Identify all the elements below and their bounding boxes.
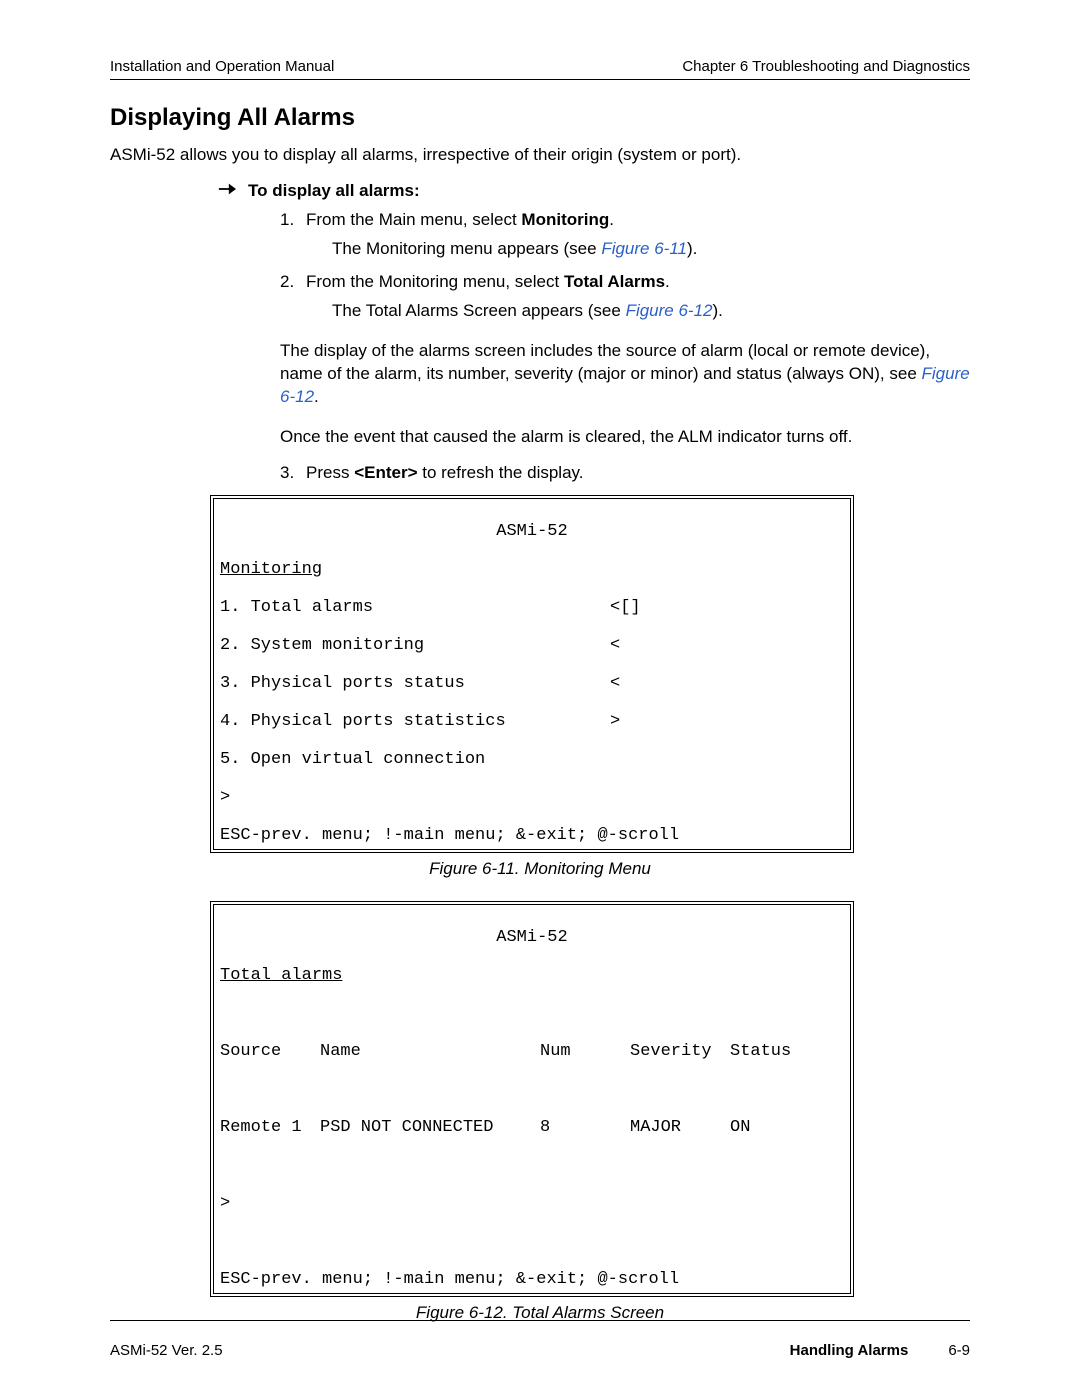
- term1-item-1-mark: <[]: [610, 598, 641, 617]
- term2-hdr-severity: Severity: [630, 1042, 730, 1061]
- term1-item-4-mark: >: [610, 712, 620, 731]
- alarm-desc-lead: The display of the alarms screen include…: [280, 341, 930, 383]
- step-1-sub-tail: ).: [687, 239, 697, 258]
- term2-row-num: 8: [540, 1118, 630, 1137]
- step-2: From the Monitoring menu, select Total A…: [280, 271, 970, 323]
- term1-item-2: 2. System monitoring<: [220, 636, 844, 655]
- term2-headers: SourceNameNumSeverityStatus: [220, 1042, 844, 1061]
- step-3: Press <Enter> to refresh the display.: [280, 462, 970, 485]
- header-left: Installation and Operation Manual: [110, 58, 334, 75]
- step-1: From the Main menu, select Monitoring. T…: [280, 209, 970, 261]
- step-1-lead: From the Main menu, select: [306, 210, 521, 229]
- step-1-tail: .: [609, 210, 614, 229]
- footer-page: 6-9: [948, 1342, 970, 1359]
- step-2-sub-lead: The Total Alarms Screen appears (see: [332, 301, 626, 320]
- figure-6-11-caption: Figure 6-11. Monitoring Menu: [110, 859, 970, 879]
- header-right: Chapter 6 Troubleshooting and Diagnostic…: [682, 58, 970, 75]
- header-rule: [110, 79, 970, 80]
- figure-ref-6-11: Figure 6-11: [601, 239, 687, 258]
- term1-item-2-mark: <: [610, 636, 620, 655]
- step-3-bold: <Enter>: [354, 463, 417, 482]
- steps-list: From the Main menu, select Monitoring. T…: [110, 209, 970, 323]
- procedure-title: To display all alarms:: [248, 181, 420, 201]
- term1-item-1-label: 1. Total alarms: [220, 598, 610, 617]
- term1-item-3-mark: <: [610, 674, 620, 693]
- page-footer: ASMi-52 Ver. 2.5 Handling Alarms 6-9: [110, 1342, 970, 1359]
- term1-section: Monitoring: [220, 560, 844, 579]
- procedure-heading: To display all alarms:: [218, 181, 970, 201]
- term1-item-1: 1. Total alarms<[]: [220, 598, 844, 617]
- step-2-tail: .: [665, 272, 670, 291]
- term1-item-5-label: 5. Open virtual connection: [220, 750, 610, 769]
- term2-title: ASMi-52: [220, 928, 844, 947]
- step-2-sub-tail: ).: [713, 301, 723, 320]
- footer-rule: [110, 1320, 970, 1321]
- terminal-total-alarms: ASMi-52 Total alarms SourceNameNumSeveri…: [210, 901, 854, 1297]
- footer-section: Handling Alarms: [790, 1342, 909, 1359]
- term2-row-source: Remote 1: [220, 1118, 320, 1137]
- step-1-sub-lead: The Monitoring menu appears (see: [332, 239, 601, 258]
- term2-row-severity: MAJOR: [630, 1118, 730, 1137]
- step-2-bold: Total Alarms: [564, 272, 665, 291]
- steps-list-cont: Press <Enter> to refresh the display.: [110, 462, 970, 485]
- term2-footer: ESC-prev. menu; !-main menu; &-exit; @-s…: [220, 1270, 844, 1289]
- term1-item-3: 3. Physical ports status<: [220, 674, 844, 693]
- step-1-bold: Monitoring: [521, 210, 609, 229]
- intro-paragraph: ASMi-52 allows you to display all alarms…: [110, 144, 970, 167]
- term2-row-status: ON: [730, 1118, 750, 1137]
- term1-title: ASMi-52: [220, 522, 844, 541]
- step-3-lead: Press: [306, 463, 354, 482]
- term1-item-2-label: 2. System monitoring: [220, 636, 610, 655]
- terminal-monitoring-menu: ASMi-52 Monitoring 1. Total alarms<[] 2.…: [210, 495, 854, 853]
- term1-item-5: 5. Open virtual connection: [220, 750, 844, 769]
- term2-section: Total alarms: [220, 966, 844, 985]
- footer-left: ASMi-52 Ver. 2.5: [110, 1342, 223, 1359]
- term2-prompt: >: [220, 1194, 844, 1213]
- figure-ref-6-12-a: Figure 6-12: [626, 301, 713, 320]
- term1-item-4: 4. Physical ports statistics>: [220, 712, 844, 731]
- term2-hdr-num: Num: [540, 1042, 630, 1061]
- term2-row-1: Remote 1PSD NOT CONNECTED8MAJORON: [220, 1118, 844, 1137]
- step-3-tail: to refresh the display.: [418, 463, 584, 482]
- footer-right: Handling Alarms 6-9: [790, 1342, 970, 1359]
- term1-footer: ESC-prev. menu; !-main menu; &-exit; @-s…: [220, 826, 844, 845]
- page-header: Installation and Operation Manual Chapte…: [110, 58, 970, 79]
- term2-hdr-name: Name: [320, 1042, 540, 1061]
- term1-item-3-label: 3. Physical ports status: [220, 674, 610, 693]
- term2-hdr-status: Status: [730, 1042, 791, 1061]
- alarm-description: The display of the alarms screen include…: [280, 340, 970, 409]
- term1-prompt: >: [220, 788, 844, 807]
- alm-indicator-note: Once the event that caused the alarm is …: [280, 426, 970, 449]
- page: Installation and Operation Manual Chapte…: [0, 0, 1080, 1397]
- term1-item-4-label: 4. Physical ports statistics: [220, 712, 610, 731]
- section-title: Displaying All Alarms: [110, 104, 970, 132]
- alarm-desc-tail: .: [314, 387, 319, 406]
- arrow-right-icon: [218, 182, 236, 196]
- step-2-sub: The Total Alarms Screen appears (see Fig…: [332, 300, 970, 323]
- term2-row-name: PSD NOT CONNECTED: [320, 1118, 540, 1137]
- term2-hdr-source: Source: [220, 1042, 320, 1061]
- step-1-sub: The Monitoring menu appears (see Figure …: [332, 238, 970, 261]
- step-2-lead: From the Monitoring menu, select: [306, 272, 564, 291]
